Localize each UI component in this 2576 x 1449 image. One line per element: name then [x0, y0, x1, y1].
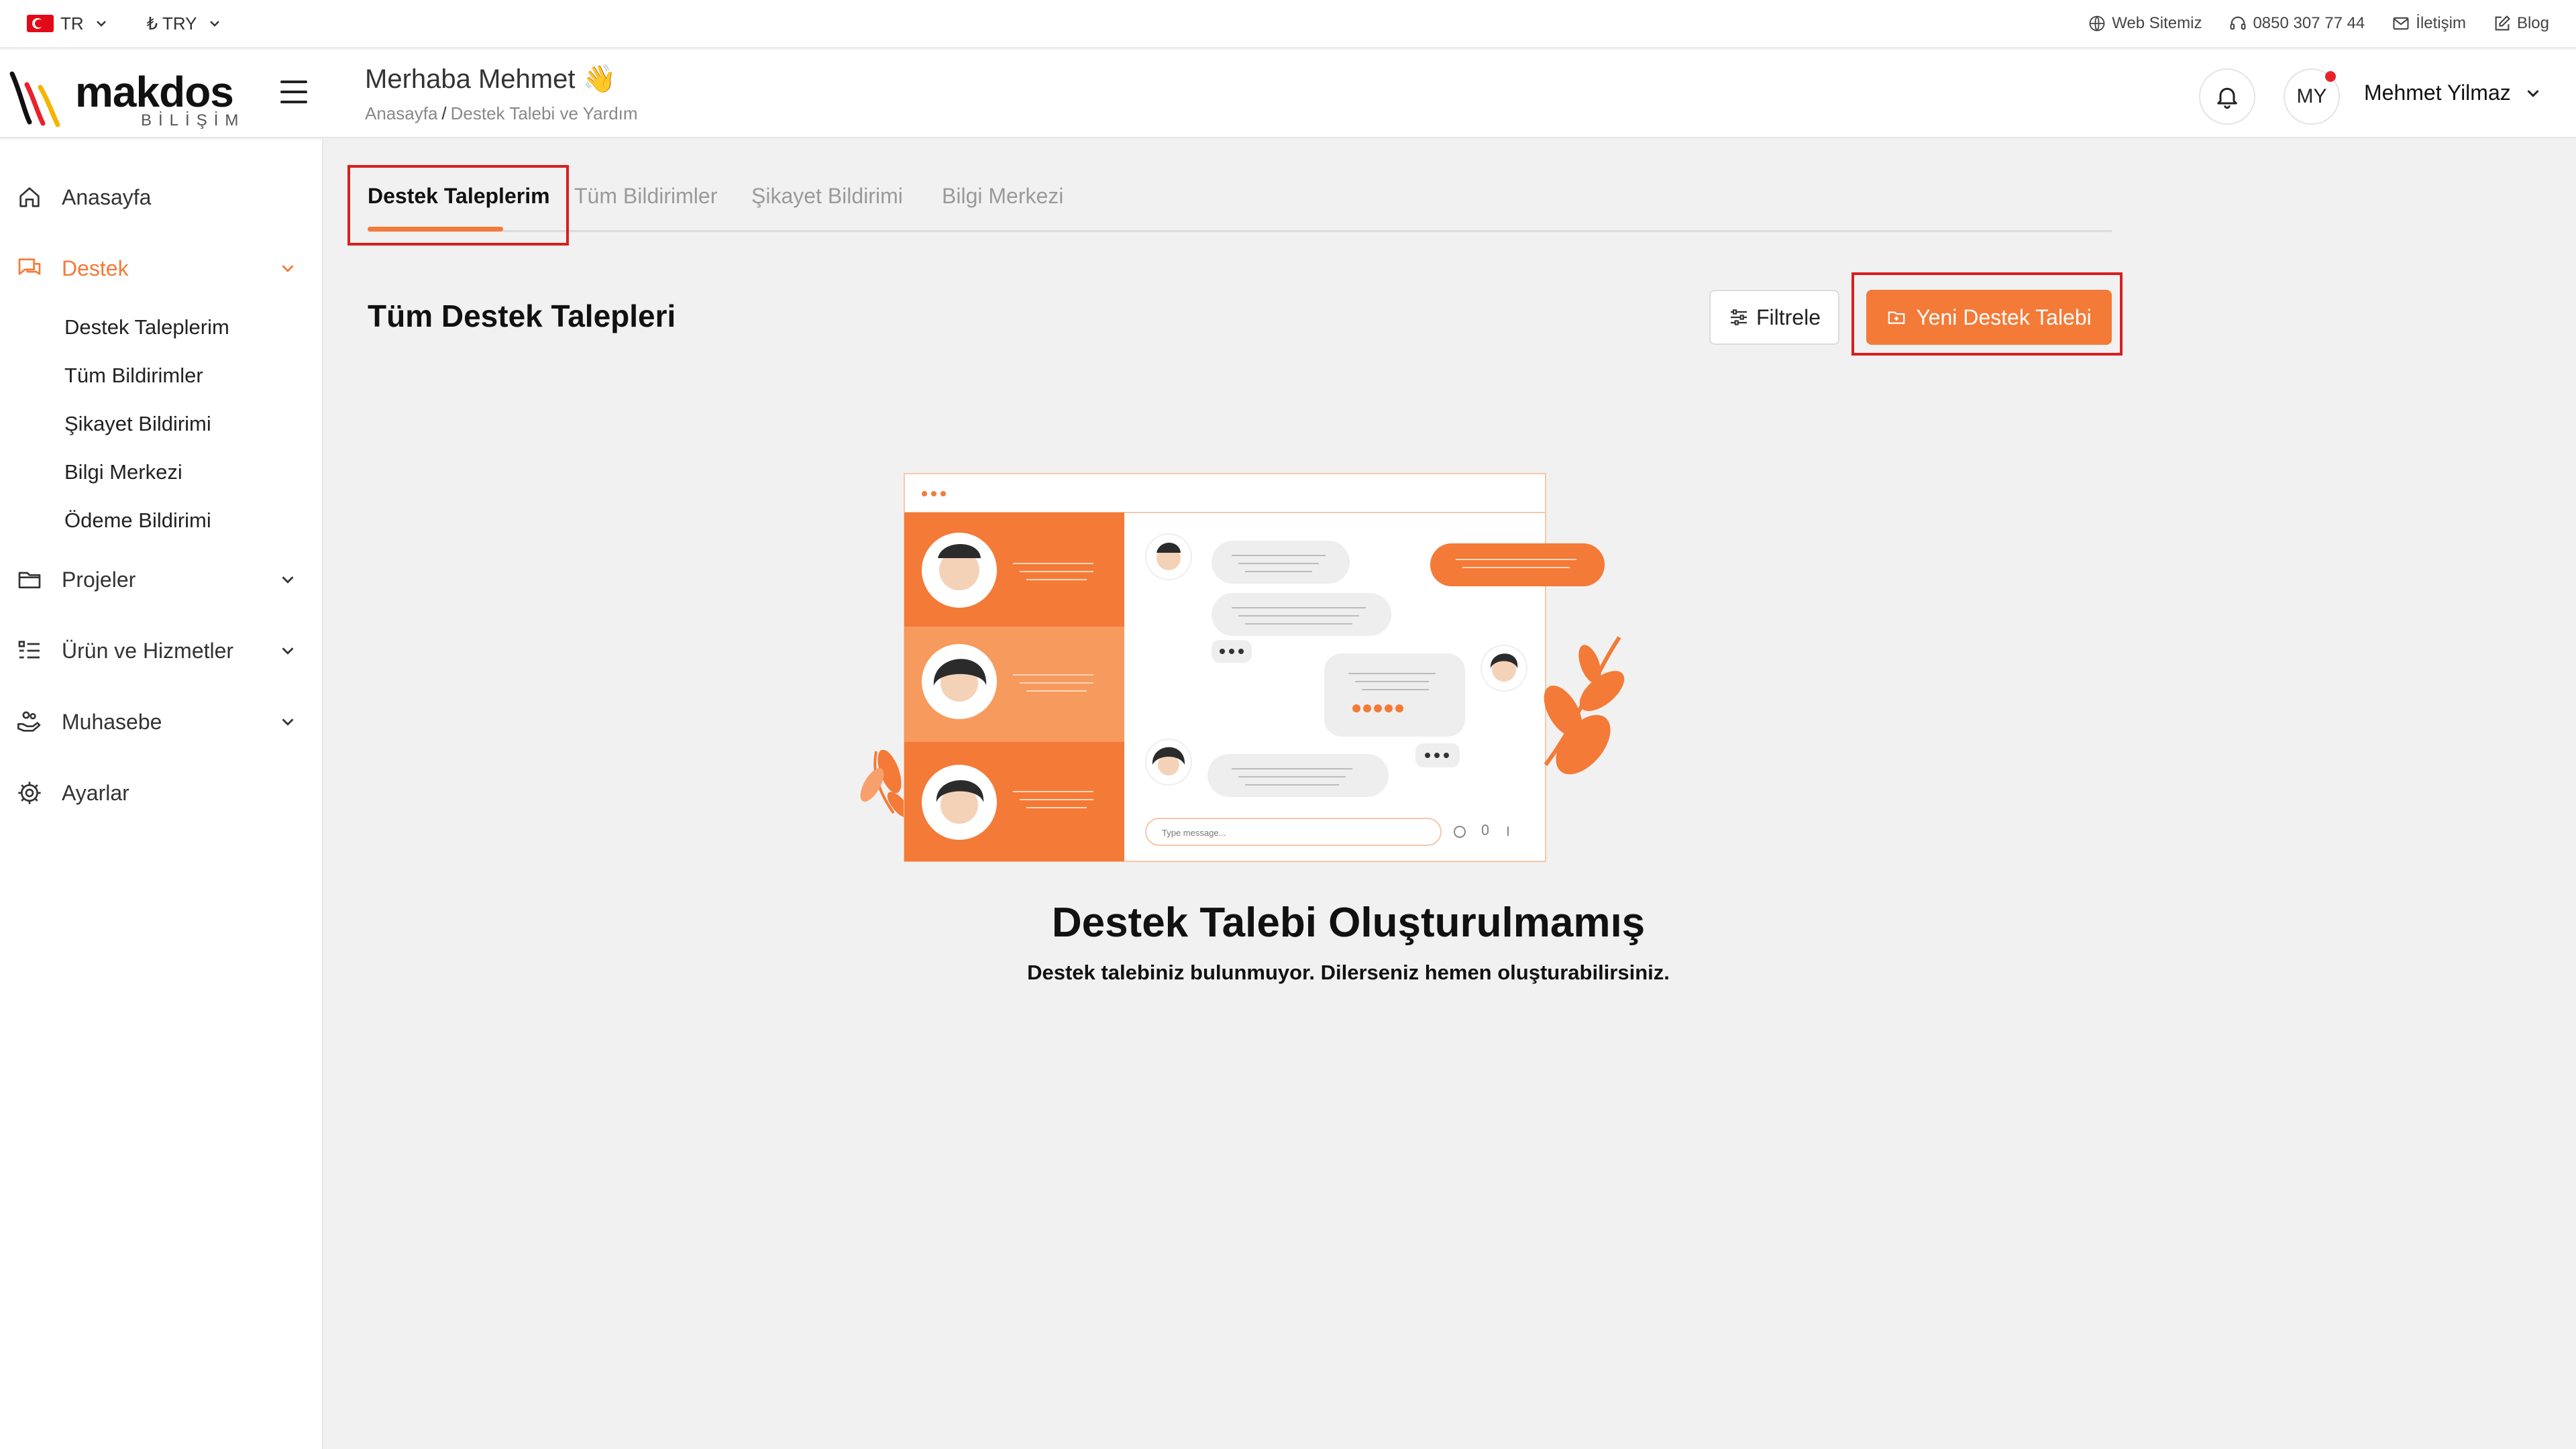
chevron-down-icon	[96, 21, 106, 27]
folder-icon	[18, 572, 41, 588]
chevron-down-icon	[2527, 89, 2539, 97]
brand-tagline: BİLİŞİM	[141, 111, 246, 129]
greeting: Merhaba Mehmet 👋	[365, 64, 616, 94]
sidebar-item-settings[interactable]: Ayarlar	[16, 780, 298, 806]
filter-button[interactable]: Filtrele	[1709, 290, 1839, 345]
brand-logo[interactable]: makdos BİLİŞİM	[9, 64, 238, 129]
chat-icon	[18, 258, 41, 275]
highlight-box-tab	[347, 165, 569, 246]
support-tabs: Destek Taleplerim Tüm Bildirimler Şikaye…	[368, 168, 2112, 232]
contact-avatar	[922, 644, 997, 719]
website-link[interactable]: Web Sitemiz	[2088, 14, 2202, 33]
empty-state-description: Destek talebiniz bulunmuyor. Dilerseniz …	[1027, 961, 1670, 984]
sliders-icon	[1730, 309, 1747, 325]
tab-complaint[interactable]: Şikayet Bildirimi	[751, 184, 903, 209]
sidebar-subitem-all-notifications[interactable]: Tüm Bildirimler	[64, 364, 203, 388]
sidebar-subitem-complaint[interactable]: Şikayet Bildirimi	[64, 412, 211, 436]
blog-link[interactable]: Blog	[2493, 14, 2549, 33]
sidebar-item-label: Destek	[62, 256, 129, 280]
sidebar-item-home[interactable]: Anasayfa	[16, 184, 298, 211]
leaf-right-decoration	[1544, 636, 1625, 775]
gear-icon	[18, 782, 41, 804]
bell-icon	[2217, 87, 2237, 109]
currency-selector[interactable]: ₺ TRY	[147, 13, 223, 34]
sidebar-item-label: Ayarlar	[62, 780, 129, 805]
language-label: TR	[60, 13, 84, 34]
chevron-down-icon	[282, 265, 294, 272]
brand-name: makdos	[75, 68, 234, 116]
chevron-down-icon	[282, 647, 294, 655]
empty-state-title: Destek Talebi Oluşturulmamış	[1051, 900, 1646, 946]
phone-link-label: 0850 307 77 44	[2253, 14, 2365, 32]
avatar-initials: MY	[2296, 85, 2327, 107]
mail-icon	[2393, 17, 2409, 30]
phone-link[interactable]: 0850 307 77 44	[2229, 14, 2365, 33]
sidebar-item-label: Muhasebe	[62, 709, 162, 734]
sidebar-item-projects[interactable]: Projeler	[16, 566, 298, 593]
language-selector[interactable]: TR	[27, 13, 109, 34]
currency-label: ₺ TRY	[146, 13, 197, 34]
globe-icon	[2089, 15, 2105, 32]
sidebar-item-label: Projeler	[62, 567, 136, 592]
top-bar: TR ₺ TRY Web Sitemiz 0850 307 77 44 İlet…	[0, 0, 2576, 48]
contact-avatar	[922, 765, 997, 840]
tab-knowledge-base[interactable]: Bilgi Merkezi	[942, 184, 1063, 209]
highlight-box-new-ticket	[1851, 272, 2123, 356]
hand-coins-icon	[17, 711, 41, 732]
chevron-down-icon	[282, 718, 294, 726]
turkey-flag-icon	[27, 15, 54, 32]
home-icon	[19, 187, 40, 207]
header: makdos BİLİŞİM Merhaba Mehmet 👋 Anasayfa…	[0, 50, 2576, 138]
contact-link[interactable]: İletişim	[2392, 14, 2466, 33]
website-link-label: Web Sitemiz	[2112, 14, 2202, 32]
tab-all-notifications[interactable]: Tüm Bildirimler	[574, 184, 717, 209]
chevron-down-icon	[209, 21, 219, 27]
illustration-input-placeholder: Type message...	[1162, 828, 1226, 838]
contact-avatar	[922, 533, 997, 608]
empty-state-illustration: Type message...	[860, 473, 1625, 862]
breadcrumb: Anasayfa / Destek Talebi ve Yardım	[365, 103, 638, 124]
filter-button-label: Filtrele	[1756, 305, 1821, 329]
sidebar-subitem-my-tickets[interactable]: Destek Taleplerim	[64, 315, 229, 339]
sidebar-item-label: Anasayfa	[62, 184, 152, 209]
breadcrumb-separator: /	[441, 103, 447, 123]
chevron-down-icon	[282, 576, 294, 584]
notification-dot	[2325, 71, 2336, 82]
list-icon	[18, 641, 40, 659]
avatar[interactable]: MY	[2284, 68, 2340, 125]
breadcrumb-current: Destek Talebi ve Yardım	[450, 103, 638, 123]
sidebar: Anasayfa Destek Destek Taleplerim Tüm Bi…	[0, 140, 323, 1449]
user-menu[interactable]: Mehmet Yilmaz	[2364, 80, 2543, 105]
blog-link-label: Blog	[2516, 14, 2549, 32]
edit-icon	[2495, 15, 2510, 31]
menu-toggle-icon[interactable]	[280, 80, 310, 107]
contact-link-label: İletişim	[2416, 14, 2466, 32]
notifications-button[interactable]	[2199, 68, 2255, 125]
breadcrumb-home[interactable]: Anasayfa	[365, 103, 437, 123]
headset-icon	[2230, 16, 2247, 30]
sidebar-item-accounting[interactable]: Muhasebe	[16, 708, 298, 735]
sidebar-item-support[interactable]: Destek	[16, 255, 298, 282]
sidebar-subitem-payment[interactable]: Ödeme Bildirimi	[64, 508, 211, 533]
sidebar-item-products[interactable]: Ürün ve Hizmetler	[16, 637, 298, 664]
sidebar-item-label: Ürün ve Hizmetler	[62, 638, 234, 663]
sidebar-subitem-knowledge-base[interactable]: Bilgi Merkezi	[64, 460, 182, 484]
user-name: Mehmet Yilmaz	[2364, 80, 2511, 105]
section-title: Tüm Destek Talepleri	[368, 299, 676, 333]
brand-mark-icon	[9, 71, 60, 127]
